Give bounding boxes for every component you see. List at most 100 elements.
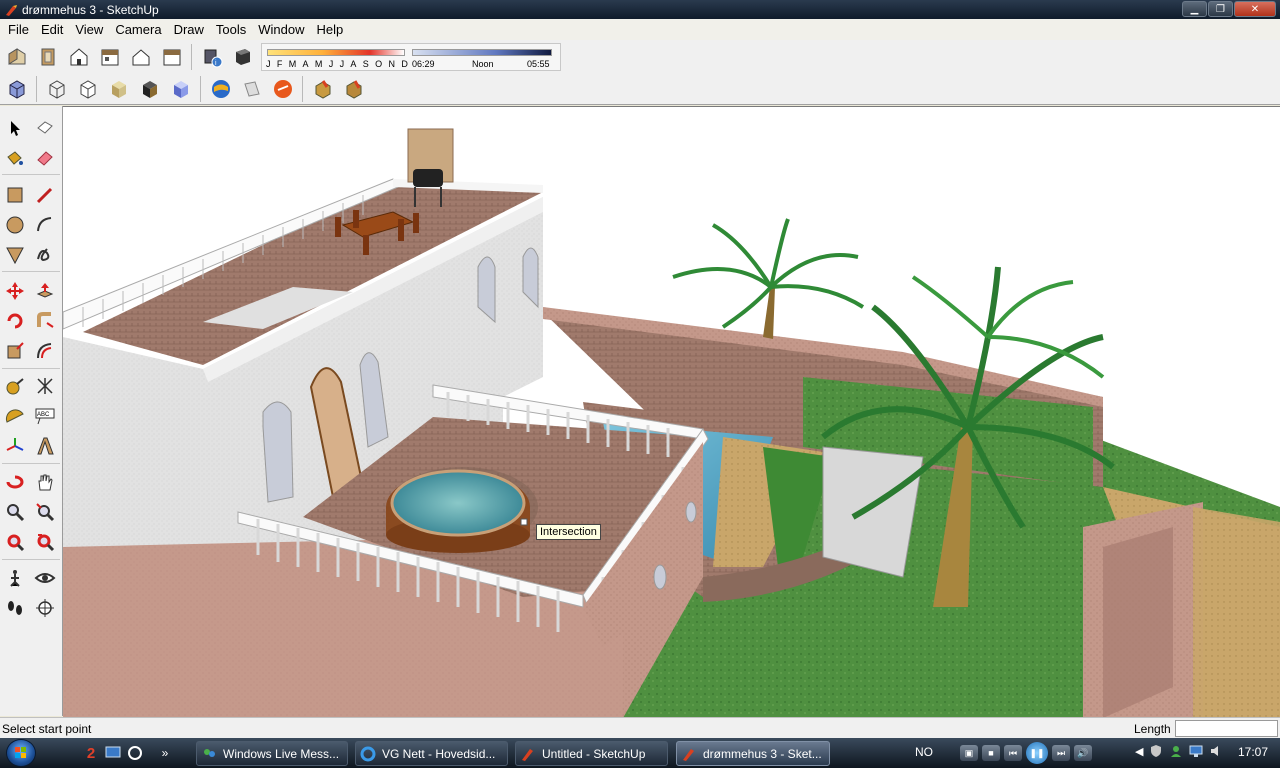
- security-icon[interactable]: [1149, 744, 1163, 758]
- section-plane-icon[interactable]: [31, 594, 59, 622]
- google-earth-icon[interactable]: [206, 75, 236, 103]
- follow-me-icon[interactable]: [31, 307, 59, 335]
- show-desktop-icon[interactable]: [104, 744, 122, 762]
- windows-taskbar: 2 » Windows Live Mess... VG Nett - Hoved…: [0, 738, 1280, 768]
- arc-icon[interactable]: [31, 211, 59, 239]
- make-component-icon[interactable]: [31, 114, 59, 142]
- pan-icon[interactable]: [31, 468, 59, 496]
- display-shadows-icon[interactable]: [228, 43, 258, 71]
- system-clock[interactable]: 17:07: [1238, 745, 1268, 759]
- position-camera-icon[interactable]: [1, 564, 29, 592]
- left-view-icon[interactable]: [157, 43, 187, 71]
- month-labels: J F M A M J J A S O N D: [266, 59, 408, 69]
- task-button-active[interactable]: drømmehus 3 - Sket...: [676, 741, 830, 766]
- stop-icon[interactable]: ■: [982, 745, 1000, 761]
- tray-expand-icon[interactable]: ◀: [1135, 745, 1143, 758]
- line-icon[interactable]: [31, 181, 59, 209]
- move-icon[interactable]: [1, 277, 29, 305]
- dynamic-components-icon[interactable]: [339, 75, 369, 103]
- look-around-icon[interactable]: [31, 564, 59, 592]
- menu-bar: File Edit View Camera Draw Tools Window …: [0, 19, 1280, 40]
- zoom-icon[interactable]: [1, 498, 29, 526]
- measurements-input[interactable]: [1175, 720, 1278, 737]
- minimize-button[interactable]: ▁: [1182, 1, 1207, 17]
- switch-windows-icon[interactable]: [126, 744, 144, 762]
- rectangle-icon[interactable]: [1, 181, 29, 209]
- system-tray: ◀: [1135, 744, 1223, 758]
- dimension-icon[interactable]: [31, 372, 59, 400]
- components-icon[interactable]: [308, 75, 338, 103]
- close-button[interactable]: ✕: [1234, 1, 1276, 17]
- maximize-button[interactable]: ❐: [1208, 1, 1233, 17]
- front-view-icon[interactable]: [64, 43, 94, 71]
- shaded-icon[interactable]: [104, 75, 134, 103]
- sketchup-window: drømmehus 3 - SketchUp ▁ ❐ ✕ File Edit V…: [0, 0, 1280, 768]
- circle-icon[interactable]: [1, 211, 29, 239]
- language-indicator[interactable]: NO: [915, 745, 933, 759]
- pause-icon[interactable]: ❚❚: [1026, 742, 1048, 764]
- menu-edit[interactable]: Edit: [35, 22, 69, 37]
- task-button[interactable]: VG Nett - Hovedsid...: [355, 741, 508, 766]
- xray-icon[interactable]: [2, 75, 32, 103]
- top-view-icon[interactable]: [33, 43, 63, 71]
- month-label: J: [266, 59, 271, 69]
- scale-icon[interactable]: [1, 337, 29, 365]
- start-button[interactable]: [6, 739, 36, 767]
- rotate-icon[interactable]: [1, 307, 29, 335]
- protractor-icon[interactable]: [1, 402, 29, 430]
- iso-view-icon[interactable]: [2, 43, 32, 71]
- shadow-settings-panel: J F M A M J J A S O N D 06:29 Noon 05:55: [261, 43, 561, 71]
- menu-draw[interactable]: Draw: [168, 22, 210, 37]
- svg-text:ABC: ABC: [37, 412, 50, 418]
- menu-view[interactable]: View: [69, 22, 109, 37]
- select-tool-icon[interactable]: [1, 114, 29, 142]
- time-slider[interactable]: [412, 49, 552, 56]
- menu-camera[interactable]: Camera: [109, 22, 167, 37]
- freehand-icon[interactable]: [31, 241, 59, 269]
- eraser-icon[interactable]: [31, 144, 59, 172]
- 3d-text-icon[interactable]: [31, 432, 59, 460]
- quicklaunch-more-icon[interactable]: »: [156, 744, 174, 762]
- network-icon[interactable]: [1189, 744, 1203, 758]
- menu-help[interactable]: Help: [311, 22, 350, 37]
- menu-file[interactable]: File: [2, 22, 35, 37]
- text-icon[interactable]: ABC: [31, 402, 59, 430]
- previous-track-icon[interactable]: ⏮: [1004, 745, 1022, 761]
- wireframe-icon[interactable]: [42, 75, 72, 103]
- zoom-extents-icon[interactable]: [1, 528, 29, 556]
- tape-measure-icon[interactable]: [1, 372, 29, 400]
- monochrome-icon[interactable]: [166, 75, 196, 103]
- speaker-icon[interactable]: [1209, 744, 1223, 758]
- media-restore-icon[interactable]: ▣: [960, 745, 978, 761]
- messenger-tray-icon[interactable]: [1169, 744, 1183, 758]
- shaded-textures-icon[interactable]: [135, 75, 165, 103]
- axes-icon[interactable]: [1, 432, 29, 460]
- drawing-viewport[interactable]: Intersection: [63, 106, 1280, 717]
- palm-tree: [672, 218, 865, 339]
- menu-tools[interactable]: Tools: [210, 22, 252, 37]
- polygon-icon[interactable]: [1, 241, 29, 269]
- right-view-icon[interactable]: [95, 43, 125, 71]
- push-pull-icon[interactable]: [31, 277, 59, 305]
- next-track-icon[interactable]: ⏭: [1052, 745, 1070, 761]
- paint-bucket-icon[interactable]: [1, 144, 29, 172]
- task-button[interactable]: Untitled - SketchUp: [515, 741, 668, 766]
- quicklaunch-app-icon[interactable]: 2: [82, 744, 100, 762]
- volume-icon[interactable]: 🔊: [1074, 745, 1092, 761]
- back-view-icon[interactable]: [126, 43, 156, 71]
- time-end-label: 05:55: [527, 59, 550, 69]
- time-start-label: 06:29: [412, 59, 435, 69]
- get-models-icon[interactable]: [237, 75, 267, 103]
- month-label: J: [339, 59, 345, 69]
- share-model-icon[interactable]: [268, 75, 298, 103]
- offset-icon[interactable]: [31, 337, 59, 365]
- hidden-line-icon[interactable]: [73, 75, 103, 103]
- walk-icon[interactable]: [1, 594, 29, 622]
- previous-view-icon[interactable]: [31, 528, 59, 556]
- orbit-icon[interactable]: [1, 468, 29, 496]
- zoom-window-icon[interactable]: [31, 498, 59, 526]
- menu-window[interactable]: Window: [252, 22, 310, 37]
- date-slider[interactable]: [267, 49, 405, 56]
- shadow-settings-icon[interactable]: i: [197, 43, 227, 71]
- task-button[interactable]: Windows Live Mess...: [196, 741, 348, 766]
